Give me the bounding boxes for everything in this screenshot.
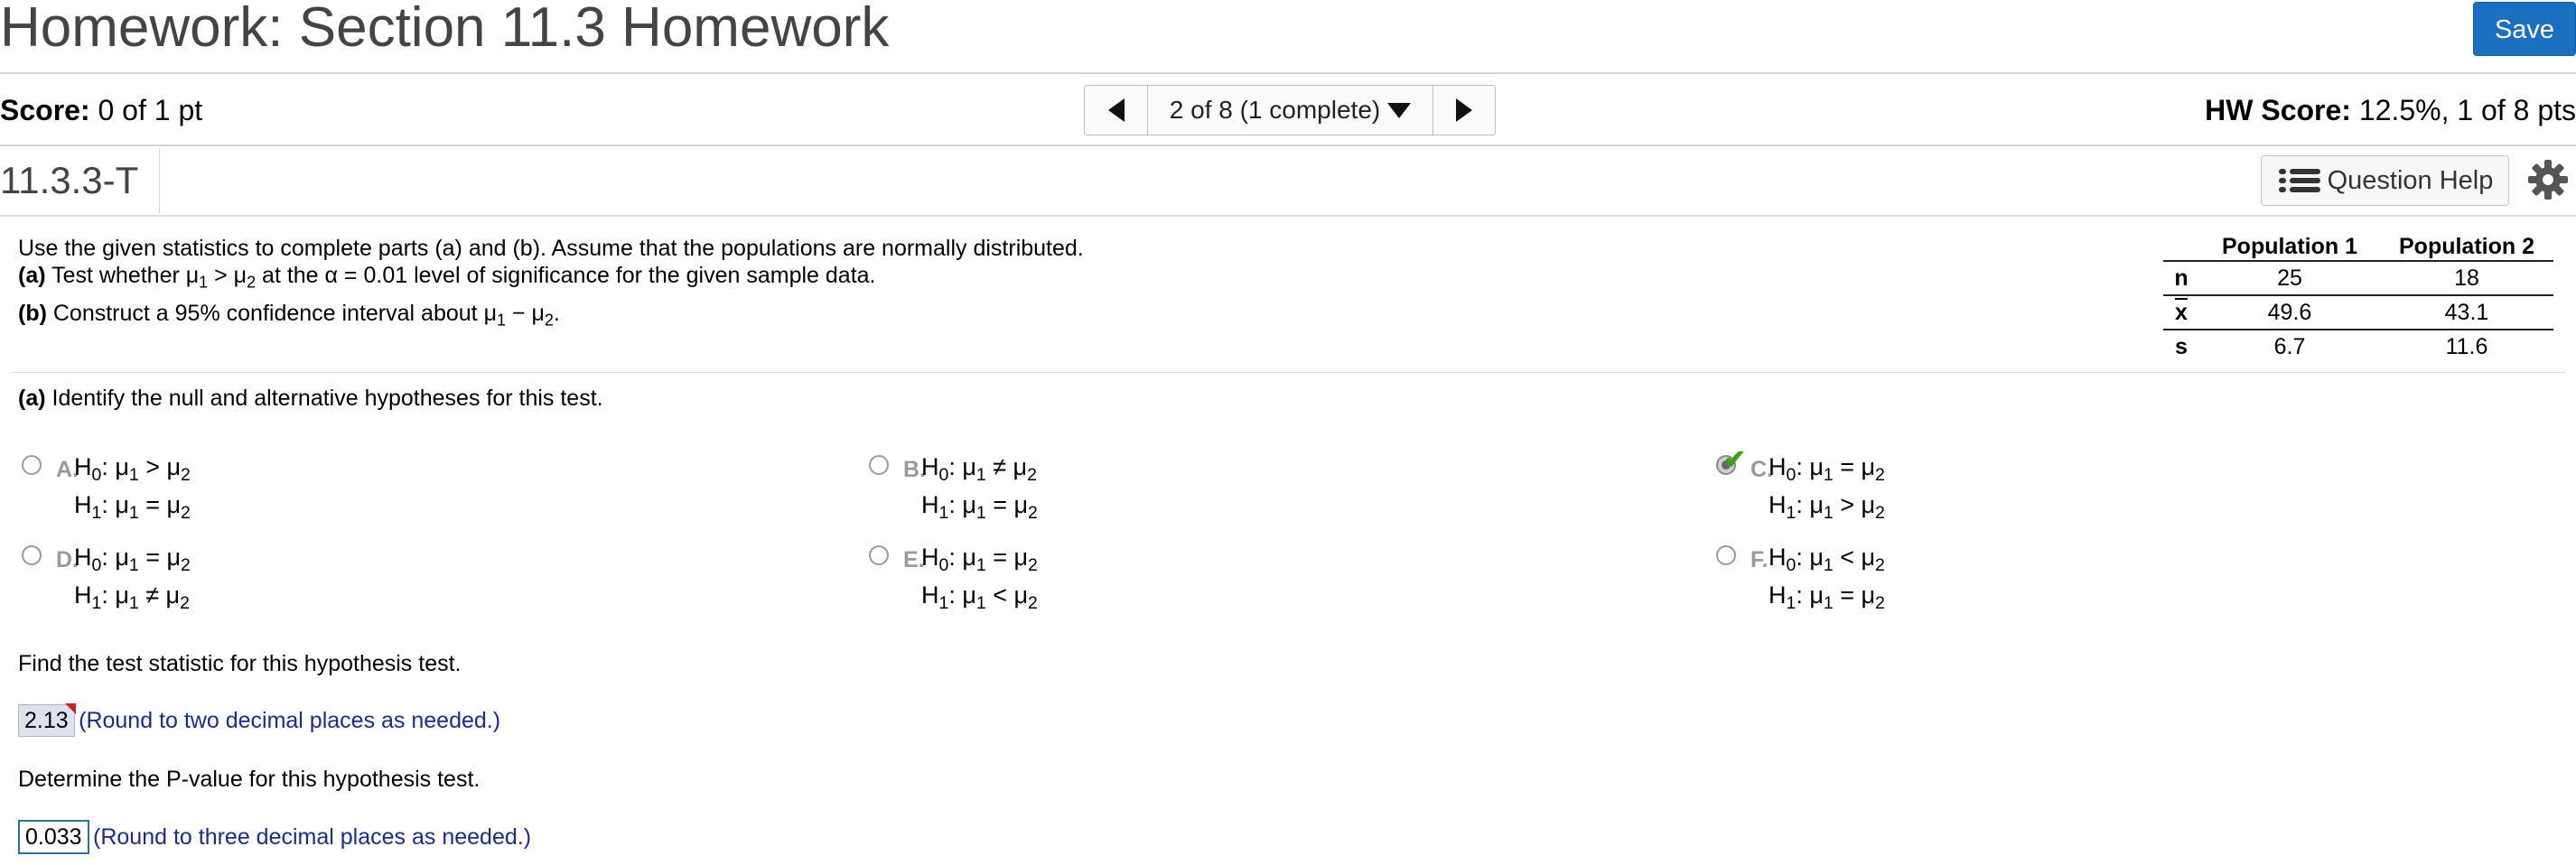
test-statistic-prompt: Find the test statistic for this hypothe… [18, 651, 462, 676]
question-select-dropdown[interactable]: 2 of 8 (1 complete) [1148, 86, 1433, 135]
p-value-input[interactable]: 0.033 [18, 820, 89, 854]
question-position: 2 of 8 (1 complete) [1169, 96, 1381, 124]
question-help-button[interactable]: Question Help [2261, 155, 2509, 206]
p-value-hint: (Round to three decimal places as needed… [93, 824, 532, 850]
table-cell: 25 [2277, 265, 2302, 291]
question-id: 11.3.3-T [0, 159, 139, 201]
part-b-math: μ1 − μ2 [483, 301, 554, 330]
problem-part-b: (b) Construct a 95% confidence interval … [18, 300, 560, 330]
test-statistic-answer-row: 2.13 (Round to two decimal places as nee… [18, 703, 501, 737]
radio-button[interactable] [869, 455, 889, 475]
p-value-value: 0.033 [25, 824, 82, 850]
list-icon [2278, 169, 2320, 192]
gear-icon[interactable] [2527, 159, 2569, 200]
test-statistic-input[interactable]: 2.13 [18, 703, 76, 737]
header-divider [0, 72, 2576, 74]
part-a-question: (a) Identify the null and alternative hy… [18, 385, 603, 412]
score-divider [0, 144, 2576, 146]
score-display: Score: 0 of 1 pt [0, 94, 202, 126]
alternative-hypothesis: H1: μ1 ≠ μ2 [74, 581, 190, 613]
table-cell: 49.6 [2267, 299, 2312, 325]
table-row: x 49.6 43.1 [2163, 295, 2553, 330]
page-title: Homework: Section 11.3 Homework [0, 0, 890, 59]
hw-score-label: HW Score: [2205, 94, 2351, 126]
question-help-label: Question Help [2327, 165, 2494, 195]
part-b-tag: (b) [18, 301, 47, 326]
correct-check-icon: ✔ [1723, 445, 1747, 475]
caret-down-icon [1387, 102, 1412, 118]
choice-letter: F. [1750, 547, 1769, 572]
part-a-text-post: at the α = 0.01 level of significance fo… [256, 263, 876, 288]
p-value-answer-row: 0.033 (Round to three decimal places as … [18, 820, 531, 854]
radio-button[interactable] [869, 545, 889, 565]
alternative-hypothesis: H1: μ1 = μ2 [74, 491, 191, 523]
problem-part-a: (a) Test whether μ1 > μ2 at the α = 0.01… [18, 262, 876, 292]
arrow-left-icon [1107, 98, 1125, 122]
alternative-hypothesis: H1: μ1 = μ2 [921, 491, 1038, 523]
alternative-hypothesis: H1: μ1 > μ2 [1769, 491, 1885, 523]
part-a-question-text: Identify the null and alternative hypoth… [51, 386, 603, 411]
part-b-text-post: . [553, 301, 560, 326]
section-divider [11, 372, 2565, 373]
alternative-hypothesis: H1: μ1 = μ2 [1769, 581, 1885, 613]
problem-intro: Use the given statistics to complete par… [18, 236, 1084, 261]
hw-score-value: 12.5%, 1 of 8 pts [2358, 94, 2576, 126]
part-a-math: μ1 > μ2 [185, 263, 257, 292]
table-row: n 25 18 [2163, 261, 2553, 295]
question-divider [0, 215, 2576, 217]
table-cell: 43.1 [2444, 299, 2489, 325]
null-hypothesis: H0: μ1 = μ2 [921, 544, 1038, 575]
question-id-separator [159, 148, 160, 213]
score-value: 0 of 1 pt [98, 94, 203, 126]
null-hypothesis: H0: μ1 < μ2 [1769, 544, 1885, 575]
null-hypothesis: H0: μ1 = μ2 [1769, 453, 1885, 485]
table-header-row: Population 1 Population 2 [2163, 233, 2553, 261]
next-question-button[interactable] [1433, 86, 1495, 135]
table-cell: 11.6 [2445, 333, 2488, 359]
test-statistic-hint: (Round to two decimal places as needed.) [79, 708, 501, 733]
radio-button[interactable] [22, 455, 42, 475]
radio-button[interactable] [1716, 545, 1736, 565]
null-hypothesis: H0: μ1 = μ2 [74, 544, 191, 575]
test-statistic-value: 2.13 [24, 708, 69, 733]
p-value-prompt: Determine the P-value for this hypothesi… [18, 767, 481, 792]
arrow-right-icon [1456, 98, 1472, 122]
row-label: n [2174, 265, 2189, 291]
part-a-tag: (a) [18, 263, 46, 288]
null-hypothesis: H0: μ1 ≠ μ2 [921, 453, 1037, 485]
hw-score-display: HW Score: 12.5%, 1 of 8 pts [2205, 94, 2576, 126]
previous-question-button[interactable] [1085, 86, 1148, 135]
alternative-hypothesis: H1: μ1 < μ2 [921, 581, 1038, 613]
table-header: Population 1 [2222, 233, 2357, 259]
table-header [2163, 233, 2199, 261]
incorrect-flag-icon [64, 703, 76, 714]
hypothesis-choices: A. H0: μ1 > μ2 H1: μ1 = μ2 B. H0: μ1 ≠ μ2 H1:… [0, 445, 2576, 619]
part-a-question-tag: (a) [18, 386, 46, 411]
table-cell: 18 [2454, 265, 2479, 291]
part-a-text-pre: Test whether [51, 263, 186, 288]
null-hypothesis: H0: μ1 > μ2 [74, 453, 191, 485]
row-label: x [2175, 299, 2188, 325]
statistics-table: Population 1 Population 2 n 25 18 x 49.6… [2163, 233, 2553, 363]
question-navigator: 2 of 8 (1 complete) [1084, 85, 1496, 135]
part-b-text-pre: Construct a 95% confidence interval abou… [52, 301, 484, 326]
table-header: Population 2 [2399, 233, 2534, 259]
save-button[interactable]: Save [2473, 2, 2576, 56]
row-label: s [2175, 333, 2188, 359]
table-row: s 6.7 11.6 [2163, 330, 2553, 363]
table-cell: 6.7 [2273, 333, 2306, 359]
score-label: Score: [0, 94, 90, 126]
radio-button[interactable] [22, 545, 42, 565]
